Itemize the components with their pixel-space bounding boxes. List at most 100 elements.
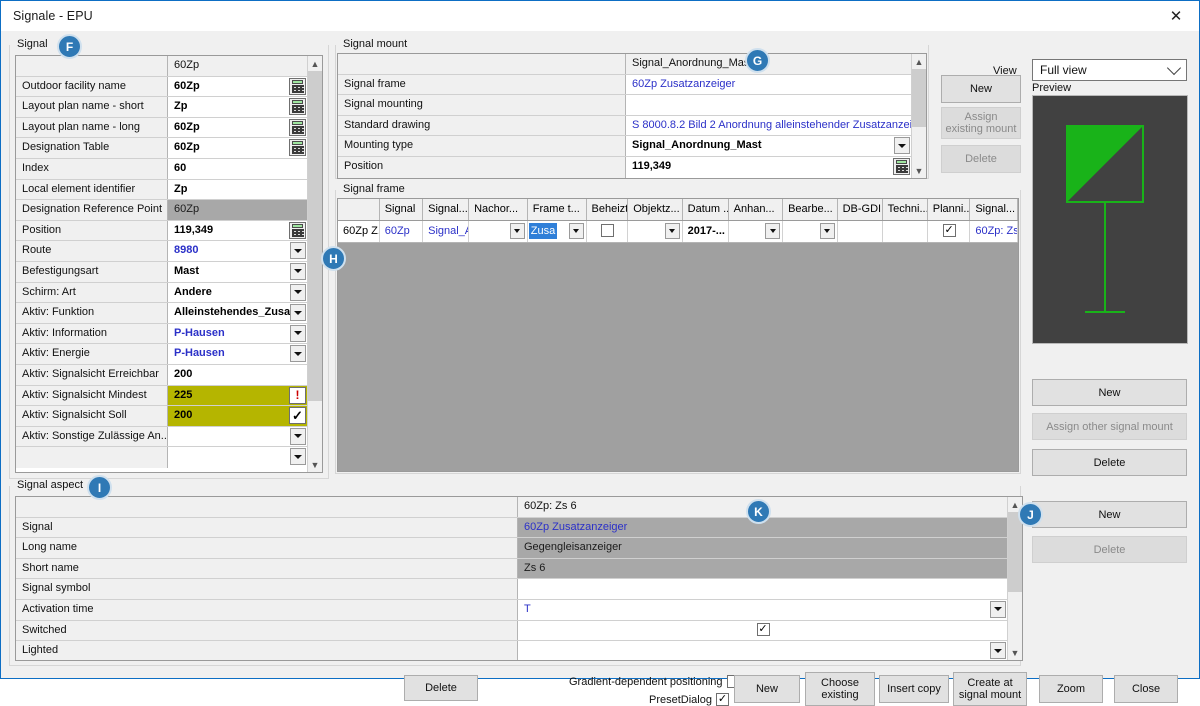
calculator-icon[interactable] [893,157,910,175]
dropdown-arrow-icon[interactable] [894,137,910,155]
choose-existing-button[interactable]: Choose existing [805,672,875,706]
dropdown-arrow-icon[interactable] [990,600,1006,618]
scroll-track[interactable] [307,71,322,457]
row-value[interactable]: Zp [168,179,307,200]
view-dropdown[interactable]: Full view [1032,59,1187,81]
table-cell[interactable]: Signal_Ar [423,221,470,242]
row-value[interactable]: 60Zp [168,200,307,220]
table-row[interactable]: Designation Reference Point 60Zp [16,200,307,221]
column-header[interactable]: Nachor... [469,199,528,220]
table-cell[interactable]: 60Zp Z... [338,221,380,242]
row-value[interactable]: 60Zp [168,138,307,158]
row-checkbox[interactable]: ✓ [756,622,770,636]
create-at-signal-mount-button[interactable]: Create at signal mount [953,672,1027,706]
column-header[interactable]: Datum ... [682,199,729,220]
check-icon[interactable]: ✓ [289,407,306,425]
table-row[interactable]: Outdoor facility name 60Zp [16,76,307,98]
signal-mount-scrollbar[interactable]: ▲ ▼ [911,54,926,178]
table-row[interactable]: 60Zp Z... 60Zp Signal_Ar Zusa 2017-... ✓ 60Zp:… [338,221,1018,243]
close-icon[interactable]: ✕ [1153,1,1199,30]
dropdown-arrow-icon[interactable] [568,223,584,239]
table-cell[interactable] [783,221,838,242]
table-row[interactable]: Position 119,349 [338,156,911,178]
calculator-icon[interactable] [289,118,306,136]
row-value[interactable] [518,579,1007,599]
row-value[interactable]: ✓ [518,620,1007,641]
table-cell[interactable] [882,221,928,242]
signal-mount-grid[interactable]: Signal_Anordnung_Mast Signal frame 60Zp Zu… [337,53,927,179]
scroll-up-icon[interactable]: ▲ [308,56,323,71]
close-button[interactable]: Close [1114,675,1178,703]
row-value[interactable] [518,641,1007,660]
row-value[interactable]: 60Zp Zusatzanzeiger [626,74,911,95]
insert-copy-button[interactable]: Insert copy [879,675,949,703]
row-value[interactable]: Alleinstehendes_Zusatz [168,303,307,323]
column-header[interactable] [338,199,380,220]
table-row[interactable]: Aktiv: Signalsicht Mindest 225! [16,385,307,407]
dropdown-arrow-icon[interactable] [765,223,781,239]
column-header[interactable]: Bearbe... [783,199,838,220]
scroll-down-icon[interactable]: ▼ [308,457,323,472]
row-value[interactable]: 60Zp [168,76,307,97]
bottom-new-button[interactable]: New [734,675,800,703]
table-row[interactable]: Route 8980 [16,241,307,262]
table-cell[interactable] [469,221,528,242]
column-header[interactable]: Objektz... [628,199,683,220]
row-value[interactable]: P-Hausen [168,344,307,364]
row-checkbox[interactable] [600,224,614,237]
scroll-track[interactable] [1007,512,1022,645]
row-value[interactable]: S 8000.8.2 Bild 2 Anordnung alleinstehen… [626,115,911,136]
table-row[interactable]: Local element identifier Zp [16,179,307,201]
row-value[interactable] [168,447,307,468]
table-row[interactable]: Signal frame 60Zp Zusatzanzeiger [338,74,911,96]
column-header[interactable]: Planni... [927,199,971,220]
scroll-thumb[interactable] [307,71,322,401]
scroll-down-icon[interactable]: ▼ [912,163,927,178]
table-row[interactable]: Aktiv: Funktion Alleinstehendes_Zusatz [16,303,307,324]
row-value[interactable]: Andere [168,282,307,303]
row-value[interactable]: 200 [168,364,307,385]
table-row[interactable]: Short name Zs 6 [16,558,1007,580]
row-value[interactable]: Zs 6 [518,558,1007,579]
row-value[interactable]: 119,349 [626,156,911,178]
table-row[interactable]: Layout plan name - long 60Zp [16,117,307,139]
dropdown-arrow-icon[interactable] [290,242,306,260]
table-cell[interactable]: 60Zp: Zs [970,221,1018,242]
table-row[interactable]: Layout plan name - short Zp [16,97,307,118]
calculator-icon[interactable] [289,221,306,239]
row-value[interactable]: 200 ✓ [168,406,307,426]
table-row[interactable]: Signal 60Zp Zusatzanzeiger [16,517,1007,539]
table-cell[interactable] [628,221,683,242]
gradient-positioning-row[interactable]: Gradient-dependent positioning [569,675,740,688]
table-row[interactable] [16,447,307,468]
column-header[interactable]: Signal... [423,199,470,220]
row-value[interactable]: 60Zp [168,117,307,138]
signal-grid-scrollbar[interactable]: ▲ ▼ [307,56,322,472]
signal-frame-table[interactable]: Signal Signal... Nachor... Frame t... Beheiz… [337,198,1019,472]
table-cell[interactable]: 60Zp [379,221,424,242]
row-value[interactable] [626,95,911,115]
row-value[interactable]: 8980 [168,241,307,261]
mount-new-button[interactable]: New [941,75,1021,103]
table-row[interactable]: Schirm: Art Andere [16,282,307,304]
dropdown-arrow-icon[interactable] [290,427,306,445]
table-row[interactable]: Aktiv: Signalsicht Erreichbar 200 [16,364,307,386]
row-checkbox[interactable]: ✓ [942,224,956,237]
zoom-button[interactable]: Zoom [1039,675,1103,703]
dropdown-arrow-icon[interactable] [819,223,835,239]
dropdown-arrow-icon[interactable] [290,345,306,363]
table-row[interactable]: Aktiv: Signalsicht Soll 200 ✓ [16,406,307,427]
scroll-up-icon[interactable]: ▲ [912,54,927,69]
row-value[interactable]: Zp [168,97,307,117]
table-cell[interactable] [728,221,784,242]
table-cell[interactable] [837,221,883,242]
table-row[interactable]: Position 119,349 [16,220,307,242]
signal-property-grid[interactable]: 60Zp Outdoor facility name 60Zp Layout plan… [15,55,323,473]
table-row[interactable]: Long name Gegengleisanzeiger [16,538,1007,559]
scroll-track[interactable] [911,69,926,163]
row-value[interactable]: T [518,599,1007,620]
row-value[interactable]: 225! [168,385,307,406]
column-header[interactable]: Signal [379,199,424,220]
row-value[interactable] [168,426,307,447]
table-cell[interactable]: ✓ [927,221,971,242]
